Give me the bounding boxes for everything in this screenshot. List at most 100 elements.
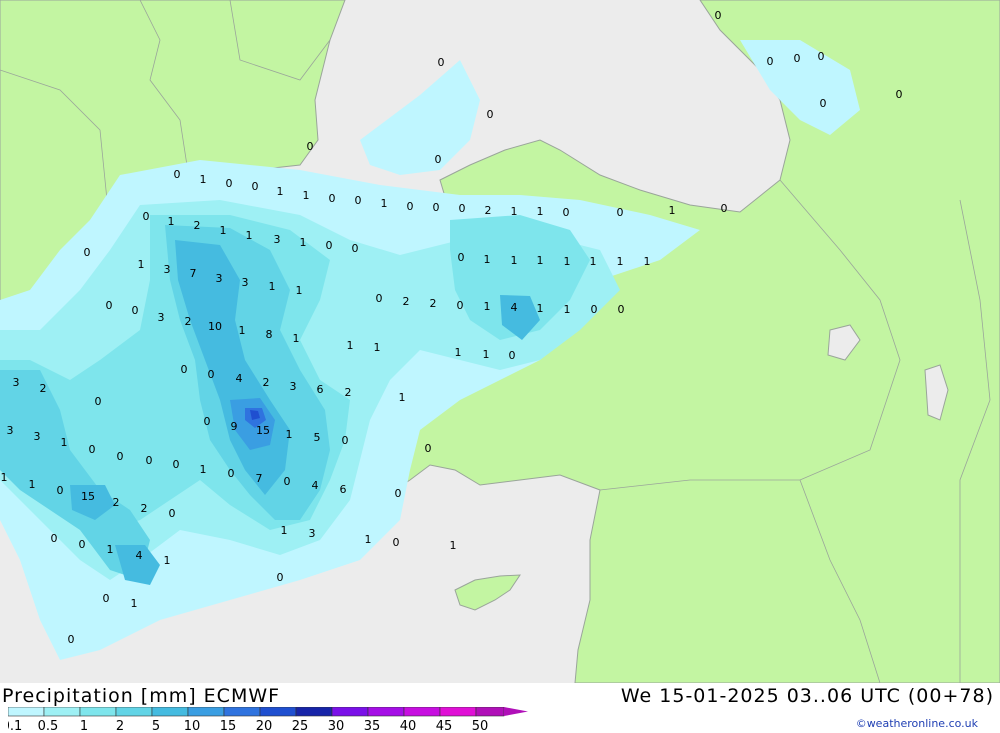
legend-tick-label: 15 [220,719,237,733]
precip-value-label: 7 [256,472,263,485]
precip-value-label: 0 [438,56,445,69]
precip-value-label: 0 [794,52,801,65]
legend-swatch [115,707,153,717]
map-footer: Precipitation [mm] ECMWF We 15-01-2025 0… [0,683,1000,733]
precip-value-label: 2 [113,496,120,509]
precip-value-label: 2 [430,297,437,310]
precip-value-label: 1 [269,280,276,293]
precip-value-label: 1 [537,205,544,218]
precip-value-label: 0 [95,395,102,408]
precip-value-label: 4 [312,479,319,492]
precip-value-label: 4 [511,301,518,314]
precip-value-label: 0 [767,55,774,68]
precip-value-label: 2 [185,315,192,328]
precip-value-label: 1 [303,189,310,202]
precip-value-label: 15 [81,490,95,503]
precip-value-label: 1 [200,463,207,476]
precip-value-label: 2 [403,295,410,308]
precip-value-label: 0 [174,168,181,181]
precip-value-label: 15 [256,424,270,437]
precip-value-label: 0 [146,454,153,467]
precip-value-label: 0 [208,368,215,381]
precip-value-label: 0 [457,299,464,312]
credit-link[interactable]: ©weatheronline.co.uk [856,717,978,730]
precip-value-label: 3 [242,276,249,289]
precip-value-label: 8 [266,328,273,341]
legend-tick-label: 2 [116,719,124,733]
precip-value-label: 0 [284,475,291,488]
precip-value-label: 0 [181,363,188,376]
precip-value-label: 3 [309,527,316,540]
precip-value-label: 1 [296,284,303,297]
precip-value-label: 2 [485,204,492,217]
precip-value-label: 0 [342,434,349,447]
precip-value-label: 7 [190,267,197,280]
precip-value-label: 1 [537,302,544,315]
precip-value-label: 1 [107,543,114,556]
legend-swatch [151,707,189,717]
precip-value-label: 0 [89,443,96,456]
legend-swatch [223,707,261,717]
precip-value-label: 0 [896,88,903,101]
precip-value-label: 1 [220,224,227,237]
precip-value-label: 2 [40,382,47,395]
precip-value-label: 0 [68,633,75,646]
precip-value-label: 1 [168,215,175,228]
product-title: Precipitation [mm] ECMWF [2,685,281,707]
precip-value-label: 0 [820,97,827,110]
precip-value-label: 1 [483,348,490,361]
legend-swatch [295,707,333,717]
precip-value-label: 3 [13,376,20,389]
precip-value-label: 0 [329,192,336,205]
precip-value-label: 1 [669,204,676,217]
color-scale-legend: 0.10.5125101520253035404550 [8,707,528,733]
valid-time: We 15-01-2025 03..06 UTC (00+78) [620,685,994,707]
precip-value-label: 1 [381,197,388,210]
precip-value-label: 0 [169,507,176,520]
precip-value-label: 1 [617,255,624,268]
precip-value-label: 3 [7,424,14,437]
legend-swatch [259,707,297,717]
precip-value-label: 6 [340,483,347,496]
precip-value-label: 1 [277,185,284,198]
precip-value-label: 0 [433,201,440,214]
precip-value-label: 1 [365,533,372,546]
precip-value-label: 1 [455,346,462,359]
precip-value-label: 0 [352,242,359,255]
precip-value-label: 10 [208,320,222,333]
legend-swatch [439,707,477,717]
precip-value-label: 0 [509,349,516,362]
precip-value-label: 0 [563,206,570,219]
precip-value-label: 1 [590,255,597,268]
precip-value-label: 1 [484,300,491,313]
precip-value-label: 3 [274,233,281,246]
precip-value-label: 0 [591,303,598,316]
precip-value-label: 5 [314,431,321,444]
precip-value-label: 0 [407,200,414,213]
precip-value-label: 1 [484,253,491,266]
precip-value-label: 0 [617,206,624,219]
precip-value-label: 3 [216,272,223,285]
precip-value-label: 0 [715,9,722,22]
precip-value-label: 2 [345,386,352,399]
precip-value-label: 1 [537,254,544,267]
precip-value-label: 1 [138,258,145,271]
precip-value-label: 1 [164,554,171,567]
precip-value-label: 1 [246,229,253,242]
precip-value-label: 0 [226,177,233,190]
legend-tick-label: 50 [472,719,489,733]
precip-value-label: 0 [79,538,86,551]
precip-value-label: 0 [458,251,465,264]
precip-value-label: 1 [286,428,293,441]
precipitation-map: 00 0 0 0000000 1 0 0 1 1 0 0 1 0 0 0 2 1 1 0 0 1 00 1 2 1 1 3 1 0 00 0… [0,0,1000,683]
precip-value-label: 1 [300,236,307,249]
precip-value-label: 0 [487,108,494,121]
precip-value-label: 1 [293,332,300,345]
legend-swatch [331,707,369,717]
precip-value-label: 4 [236,372,243,385]
precip-value-label: 0 [818,50,825,63]
precip-value-label: 0 [51,532,58,545]
legend-tick-label: 0.5 [38,719,59,733]
precip-value-label: 0 [618,303,625,316]
precip-value-label: 9 [231,420,238,433]
